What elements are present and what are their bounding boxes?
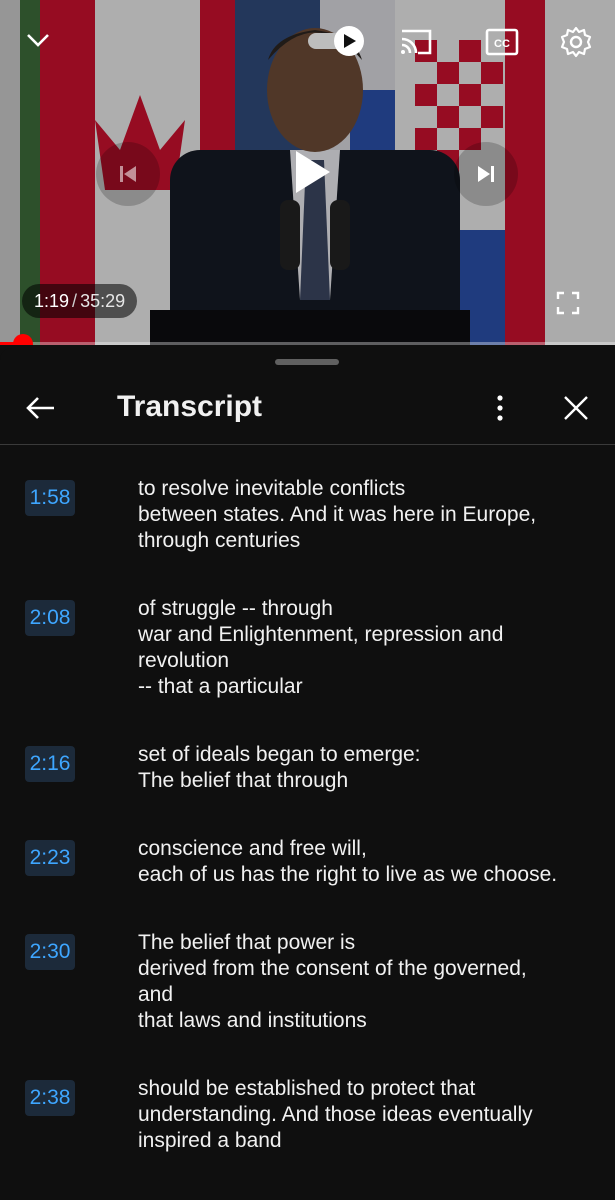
minimize-button[interactable] — [18, 22, 58, 58]
segment-timestamp[interactable]: 2:23 — [25, 840, 75, 876]
transcript-segment[interactable]: 2:08 of struggle -- through war and Enli… — [0, 596, 615, 700]
previous-button[interactable] — [96, 142, 160, 206]
transcript-panel: Transcript 1:58 to resolve inevitable co… — [0, 348, 615, 1200]
transcript-segment[interactable]: 2:30 The belief that power is derived fr… — [0, 930, 615, 1034]
next-icon — [478, 166, 494, 182]
cast-button[interactable] — [396, 24, 436, 60]
segment-text: conscience and free will, each of us has… — [138, 837, 558, 886]
transcript-title: Transcript — [117, 390, 263, 423]
segment-text: set of ideals began to emerge: The belie… — [138, 743, 421, 792]
back-arrow-icon — [26, 397, 54, 419]
captions-icon: CC — [485, 28, 519, 56]
segment-text: The belief that power is derived from th… — [138, 931, 527, 1032]
play-icon — [296, 151, 330, 193]
header-divider — [0, 444, 615, 445]
fullscreen-button[interactable] — [548, 284, 588, 322]
captions-label: CC — [494, 38, 510, 50]
fullscreen-icon — [556, 291, 580, 315]
transcript-segment[interactable]: 2:23 conscience and free will, each of u… — [0, 836, 615, 888]
settings-icon — [560, 26, 592, 58]
segment-text: to resolve inevitable conflicts between … — [138, 477, 537, 552]
segment-timestamp[interactable]: 1:58 — [25, 480, 75, 516]
time-display: 1:19 / 35:29 — [22, 284, 138, 318]
more-options-button[interactable] — [482, 388, 518, 428]
previous-icon — [120, 166, 136, 182]
autoplay-toggle[interactable] — [306, 24, 368, 58]
more-vert-icon — [497, 395, 503, 421]
drag-handle[interactable] — [275, 359, 339, 365]
next-button[interactable] — [454, 142, 518, 206]
close-button[interactable] — [556, 388, 596, 428]
segment-timestamp[interactable]: 2:08 — [25, 600, 75, 636]
transcript-segment[interactable]: 1:58 to resolve inevitable conflicts bet… — [0, 476, 615, 554]
current-time: 1:19 — [34, 290, 70, 311]
captions-button[interactable]: CC — [482, 24, 522, 60]
segment-timestamp[interactable]: 2:38 — [25, 1080, 75, 1116]
transcript-header: Transcript — [0, 372, 615, 444]
transcript-list: 1:58 to resolve inevitable conflicts bet… — [0, 476, 615, 1196]
time-separator: / — [72, 290, 78, 311]
segment-timestamp[interactable]: 2:16 — [25, 746, 75, 782]
settings-button[interactable] — [556, 22, 596, 62]
back-button[interactable] — [20, 388, 60, 428]
play-button[interactable] — [276, 136, 348, 208]
transcript-segment[interactable]: 2:16 set of ideals began to emerge: The … — [0, 742, 615, 794]
video-player[interactable]: CC 1:19 / 35:29 — [0, 0, 615, 345]
transcript-segment[interactable]: 2:38 should be established to protect th… — [0, 1076, 615, 1154]
segment-timestamp[interactable]: 2:30 — [25, 934, 75, 970]
chevron-down-icon — [27, 34, 49, 47]
segment-text: should be established to protect that un… — [138, 1077, 533, 1152]
segment-text: of struggle -- through war and Enlighten… — [138, 597, 504, 698]
autoplay-toggle-icon — [308, 26, 364, 56]
duration: 35:29 — [80, 290, 126, 311]
close-icon — [564, 396, 588, 420]
scrubber-handle[interactable] — [12, 334, 33, 345]
seek-bar[interactable] — [0, 334, 615, 345]
cast-icon — [401, 29, 432, 55]
